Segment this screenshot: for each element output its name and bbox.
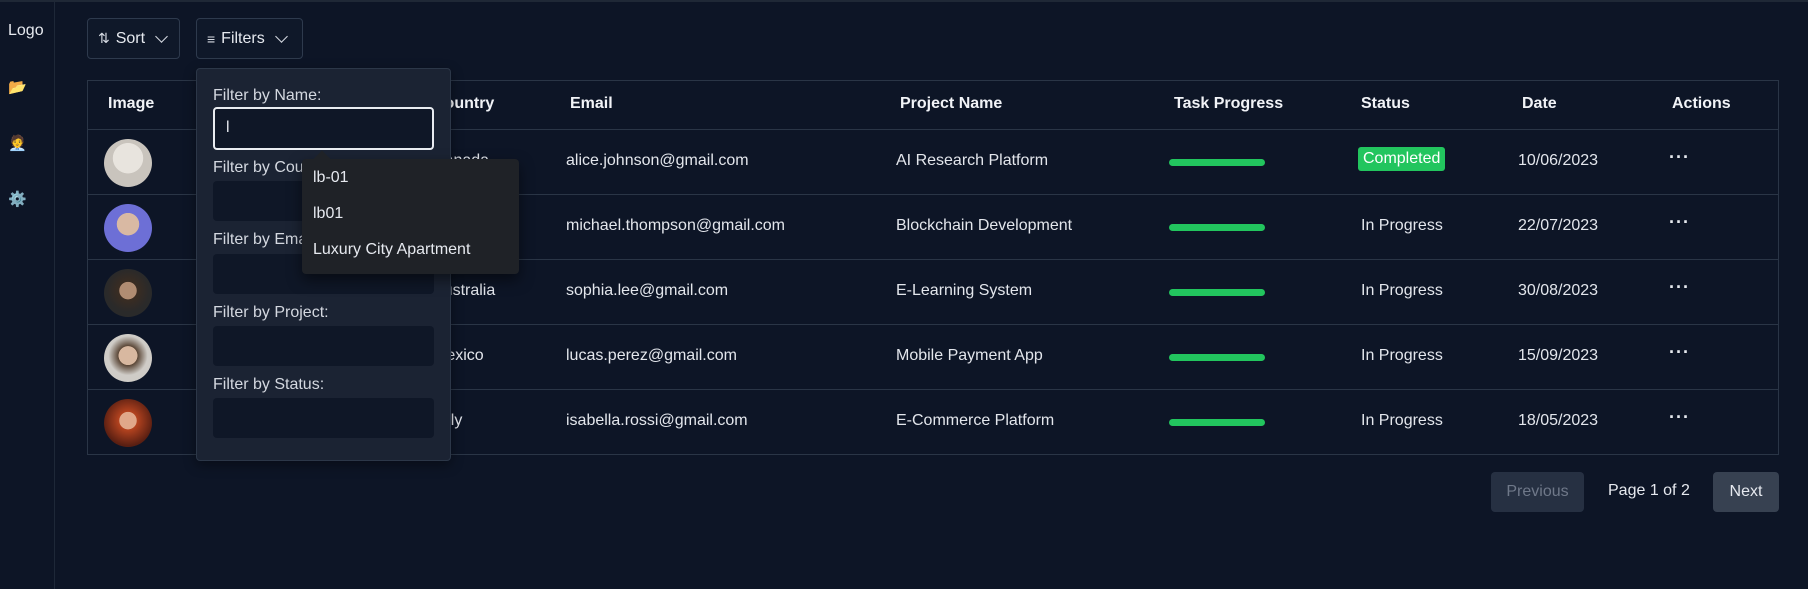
logo[interactable]: Logo — [8, 22, 44, 40]
filter-project-input[interactable] — [213, 326, 434, 366]
avatar — [104, 139, 152, 187]
suggestion-item[interactable]: Luxury City Apartment — [313, 241, 470, 259]
top-border — [0, 0, 1808, 2]
header-email: Email — [570, 95, 613, 112]
header-progress: Task Progress — [1174, 95, 1284, 112]
email-cell: lucas.perez@gmail.com — [566, 347, 737, 364]
progress-bar — [1169, 159, 1265, 166]
filter-name-label: Filter by Name: — [213, 87, 322, 104]
progress-bar — [1169, 289, 1265, 296]
header-status: Status — [1361, 95, 1410, 112]
sort-icon: ⇅ — [98, 30, 110, 46]
date-cell: 15/09/2023 — [1518, 347, 1599, 364]
project-cell: Blockchain Development — [896, 217, 1073, 234]
more-actions-icon[interactable]: ··· — [1669, 147, 1690, 168]
filter-name-value: l — [226, 119, 230, 136]
email-cell: isabella.rossi@gmail.com — [566, 412, 748, 429]
sort-button[interactable]: ⇅ Sort — [87, 18, 180, 59]
filter-icon: ≡ — [207, 30, 216, 47]
more-actions-icon[interactable]: ··· — [1669, 277, 1690, 298]
progress-bar — [1169, 354, 1265, 361]
status-badge: Completed — [1358, 147, 1446, 171]
header-project: Project Name — [900, 95, 1003, 112]
filter-status-label: Filter by Status: — [213, 376, 325, 393]
chevron-down-icon — [155, 29, 168, 43]
email-cell: alice.johnson@gmail.com — [566, 152, 749, 169]
filters-label: Filters — [221, 29, 265, 47]
page-indicator: Page 1 of 2 — [1608, 482, 1690, 499]
sort-label: Sort — [115, 29, 146, 47]
header-image: Image — [108, 95, 155, 112]
suggestion-item[interactable]: lb-01 — [313, 169, 349, 187]
autocomplete-list: lb-01 lb01 Luxury City Apartment — [302, 150, 519, 274]
progress-bar — [1169, 224, 1265, 231]
chevron-down-icon — [274, 29, 288, 43]
avatar — [104, 269, 152, 317]
filter-status-input[interactable] — [213, 398, 434, 438]
project-cell: E-Commerce Platform — [896, 412, 1055, 429]
previous-button[interactable]: Previous — [1491, 472, 1584, 512]
avatar — [104, 399, 152, 447]
email-cell: michael.thompson@gmail.com — [566, 217, 785, 234]
project-cell: AI Research Platform — [896, 152, 1049, 169]
status-text: In Progress — [1361, 282, 1443, 299]
status-text: In Progress — [1361, 347, 1443, 364]
more-actions-icon[interactable]: ··· — [1669, 407, 1690, 428]
more-actions-icon[interactable]: ··· — [1669, 342, 1690, 363]
filter-project-label: Filter by Project: — [213, 304, 329, 321]
more-actions-icon[interactable]: ··· — [1669, 212, 1690, 233]
header-actions: Actions — [1672, 95, 1731, 112]
next-button[interactable]: Next — [1713, 472, 1779, 512]
email-cell: sophia.lee@gmail.com — [566, 282, 729, 299]
date-cell: 22/07/2023 — [1518, 217, 1599, 234]
filter-name-input[interactable]: l — [213, 107, 434, 150]
date-cell: 10/06/2023 — [1518, 152, 1599, 169]
header-date: Date — [1522, 95, 1557, 112]
sidebar: Logo 📂 🧑‍💼 ⚙️ — [0, 2, 55, 589]
avatar — [104, 334, 152, 382]
filters-button[interactable]: ≡ Filters — [196, 18, 303, 59]
suggestion-item[interactable]: lb01 — [313, 205, 343, 223]
project-cell: E-Learning System — [896, 282, 1033, 299]
status-text: In Progress — [1361, 412, 1443, 429]
date-cell: 30/08/2023 — [1518, 282, 1599, 299]
avatar — [104, 204, 152, 252]
status-text: In Progress — [1361, 217, 1443, 234]
user-icon[interactable]: 🧑‍💼 — [8, 134, 28, 154]
folder-icon[interactable]: 📂 — [8, 78, 28, 98]
progress-bar — [1169, 419, 1265, 426]
settings-icon[interactable]: ⚙️ — [8, 190, 28, 210]
project-cell: Mobile Payment App — [896, 347, 1043, 364]
date-cell: 18/05/2023 — [1518, 412, 1599, 429]
